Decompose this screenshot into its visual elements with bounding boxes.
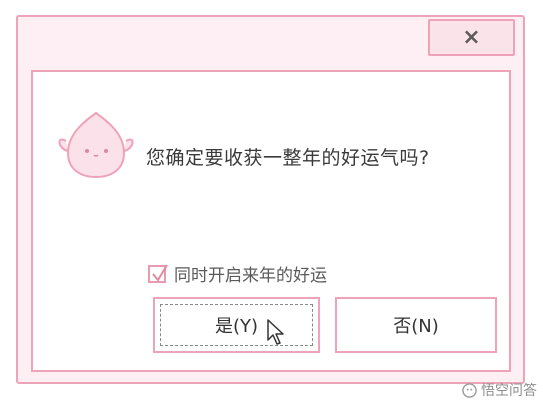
dialog-message: 您确定要收获一整年的好运气吗? xyxy=(146,147,430,169)
checkbox-row[interactable]: 同时开启来年的好运 xyxy=(148,261,327,286)
mouse-pointer-icon xyxy=(267,319,284,345)
checkbox[interactable] xyxy=(148,263,168,283)
close-icon: × xyxy=(462,25,481,50)
peach-mascot-icon xyxy=(58,111,134,179)
titlebar: × xyxy=(18,17,523,69)
no-button-label: 否(N) xyxy=(393,316,439,337)
close-button[interactable]: × xyxy=(428,19,515,56)
checkmark-icon xyxy=(152,263,168,282)
no-button[interactable]: 否(N) xyxy=(335,297,497,353)
checkbox-label: 同时开启来年的好运 xyxy=(174,266,327,286)
yes-button[interactable]: 是(Y) xyxy=(153,297,320,353)
watermark: 悟空问答 xyxy=(462,380,537,400)
wukong-logo-icon xyxy=(462,382,477,398)
screen: × 您确定要收获一整年的好运气吗? 同时开启来年的好运 是(Y) 否(N) 悟空… xyxy=(0,0,543,406)
watermark-text: 悟空问答 xyxy=(481,383,537,399)
yes-button-label: 是(Y) xyxy=(214,316,259,337)
